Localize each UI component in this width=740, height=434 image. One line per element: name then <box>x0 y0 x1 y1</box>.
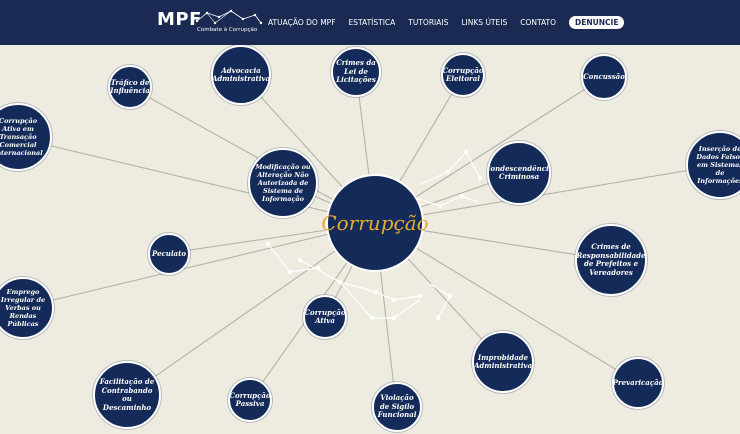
node-trafico-de-influencia[interactable]: Tráfico de Influência <box>108 65 152 109</box>
node-peculato[interactable]: Peculato <box>148 233 190 275</box>
node-violacao-sigilo-funcional[interactable]: Violação de Sigilo Funcional <box>372 382 422 432</box>
node-prevaricacao[interactable]: Prevaricação <box>612 357 664 409</box>
node-crimes-responsabilidade-prefeitos[interactable]: Crimes de Responsabilidade de Prefeitos … <box>575 224 647 296</box>
node-corrupcao-eleitoral[interactable]: Corrupção Eleitoral <box>441 53 485 97</box>
node-condescendencia-criminosa[interactable]: Condescendência Criminosa <box>487 141 551 205</box>
node-crimes-lei-licitacoes[interactable]: Crimes da Lei de Licitações <box>331 47 381 97</box>
node-advocacia-administrativa[interactable]: Advocacia Administrativa <box>211 45 271 105</box>
center-node-corrupcao[interactable]: Corrupção <box>321 174 429 272</box>
node-improbidade-administrativa[interactable]: Improbidade Administrativa <box>472 331 534 393</box>
node-corrupcao-passiva[interactable]: Corrupção Passiva <box>228 378 272 422</box>
node-corrupcao-ativa[interactable]: Corrupção Ativa <box>303 295 347 339</box>
node-concussao[interactable]: Concussão <box>581 54 627 100</box>
node-modificacao-sistema-informacao[interactable]: Modificação ou Alteração Não Autorizada … <box>248 148 318 218</box>
node-facilitacao-contrabando[interactable]: Facilitação de Contrabando ou Descaminho <box>93 361 161 429</box>
